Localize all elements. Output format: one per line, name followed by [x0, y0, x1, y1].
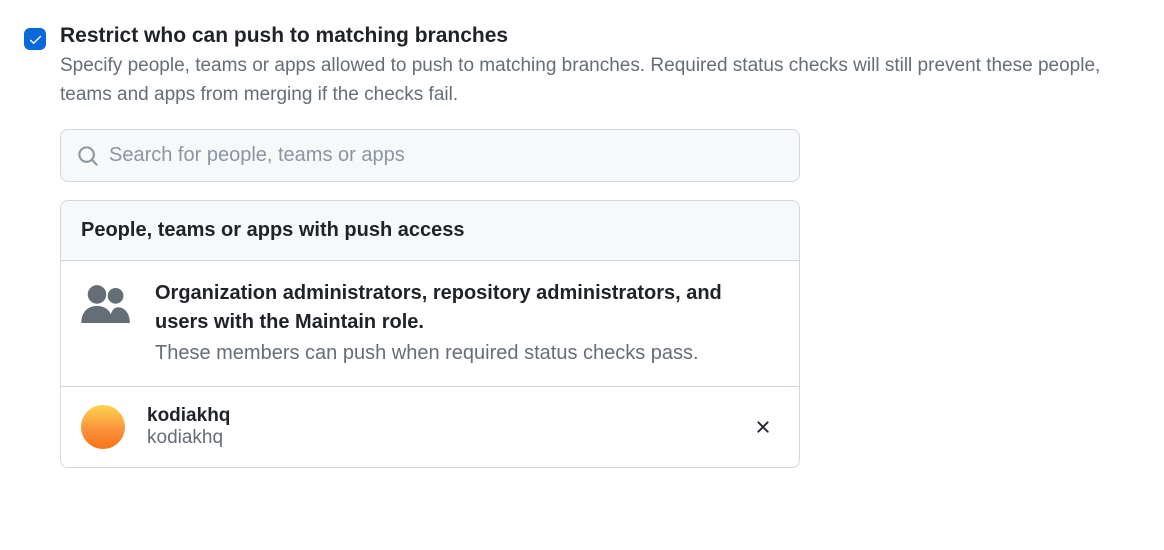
admin-item-text: Organization administrators, repository …: [155, 279, 779, 368]
search-input[interactable]: [109, 144, 783, 167]
setting-description: Specify people, teams or apps allowed to…: [60, 52, 1120, 109]
admin-access-item: Organization administrators, repository …: [61, 261, 799, 387]
restrict-push-checkbox[interactable]: [24, 28, 46, 50]
app-slug: kodiakhq: [147, 427, 725, 449]
close-icon: [753, 417, 773, 437]
push-access-panel: People, teams or apps with push access O…: [60, 200, 800, 468]
app-name: kodiakhq: [147, 405, 230, 426]
admin-item-subtitle: These members can push when required sta…: [155, 339, 779, 368]
admin-item-title: Organization administrators, repository …: [155, 279, 779, 337]
setting-content: Restrict who can push to matching branch…: [60, 24, 1140, 468]
search-icon: [77, 145, 99, 167]
app-access-item: kodiakhq kodiakhq: [61, 387, 799, 467]
remove-button[interactable]: [747, 411, 779, 443]
checkmark-icon: [28, 32, 43, 47]
setting-title: Restrict who can push to matching branch…: [60, 24, 1140, 48]
panel-header: People, teams or apps with push access: [61, 201, 799, 261]
app-avatar: [81, 405, 125, 449]
people-icon: [81, 283, 133, 323]
search-box[interactable]: [60, 129, 800, 182]
restrict-push-setting: Restrict who can push to matching branch…: [24, 24, 1140, 468]
app-text: kodiakhq kodiakhq: [147, 405, 725, 449]
